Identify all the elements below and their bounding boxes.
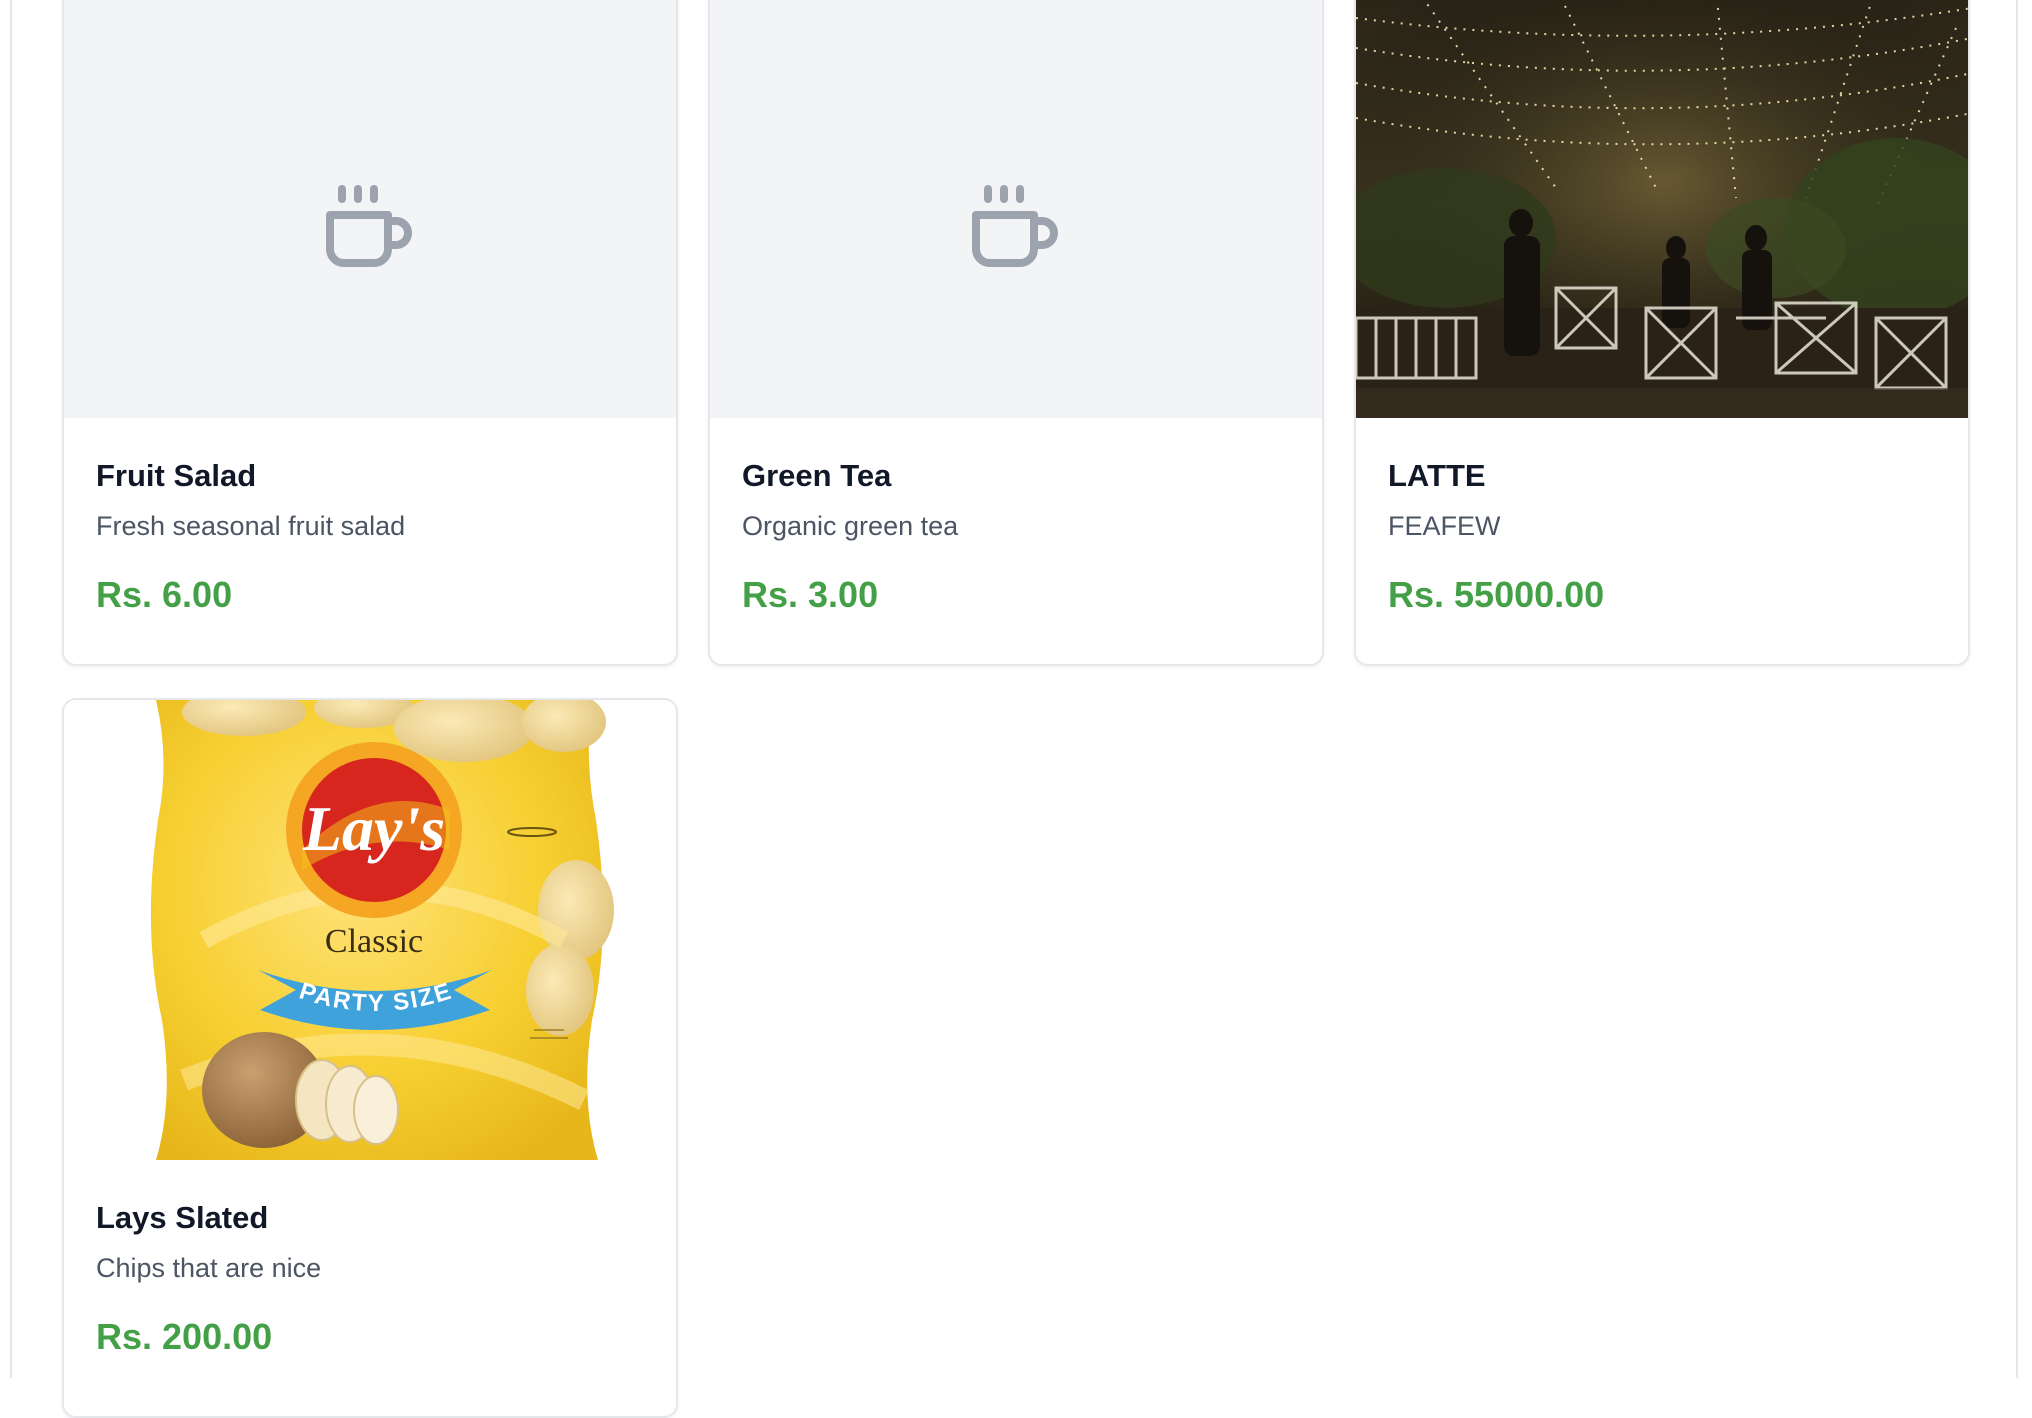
product-price: Rs. 55000.00	[1388, 574, 1605, 615]
page-frame: Fruit Salad Fresh seasonal fruit salad R…	[10, 0, 2018, 1418]
product-card[interactable]: Green Tea Organic green tea Rs. 3.00	[708, 0, 1324, 666]
product-card[interactable]: Fruit Salad Fresh seasonal fruit salad R…	[62, 0, 678, 666]
coffee-cup-icon	[326, 184, 412, 267]
product-price: Rs. 200.00	[96, 1316, 273, 1357]
product-description: FEAFEW	[1388, 511, 1501, 541]
product-image-placeholder	[710, 0, 1322, 418]
product-image	[1356, 0, 1968, 418]
product-description: Fresh seasonal fruit salad	[96, 511, 406, 541]
product-image-placeholder	[64, 0, 676, 418]
product-name: Lays Slated	[96, 1200, 269, 1235]
product-price: Rs. 6.00	[96, 574, 233, 615]
product-name: LATTE	[1388, 458, 1486, 493]
product-name: Green Tea	[742, 458, 892, 493]
coffee-cup-icon	[972, 184, 1058, 267]
product-image: Lay's Classic PARTY SIZE	[64, 700, 676, 1160]
product-description: Chips that are nice	[96, 1253, 322, 1283]
lays-flavor-text: Classic	[325, 923, 423, 960]
product-card[interactable]: LATTE FEAFEW Rs. 55000.00	[1354, 0, 1970, 666]
product-name: Fruit Salad	[96, 458, 257, 493]
product-price: Rs. 3.00	[742, 574, 879, 615]
product-card[interactable]: Lay's Classic PARTY SIZE Lays Slated Chi…	[62, 698, 678, 1418]
restaurant-night-photo	[1356, 0, 1968, 418]
product-description: Organic green tea	[742, 511, 959, 541]
lays-logo-text: Lay's	[302, 793, 445, 864]
lays-chips-bag-photo: Lay's Classic PARTY SIZE	[150, 700, 614, 1160]
